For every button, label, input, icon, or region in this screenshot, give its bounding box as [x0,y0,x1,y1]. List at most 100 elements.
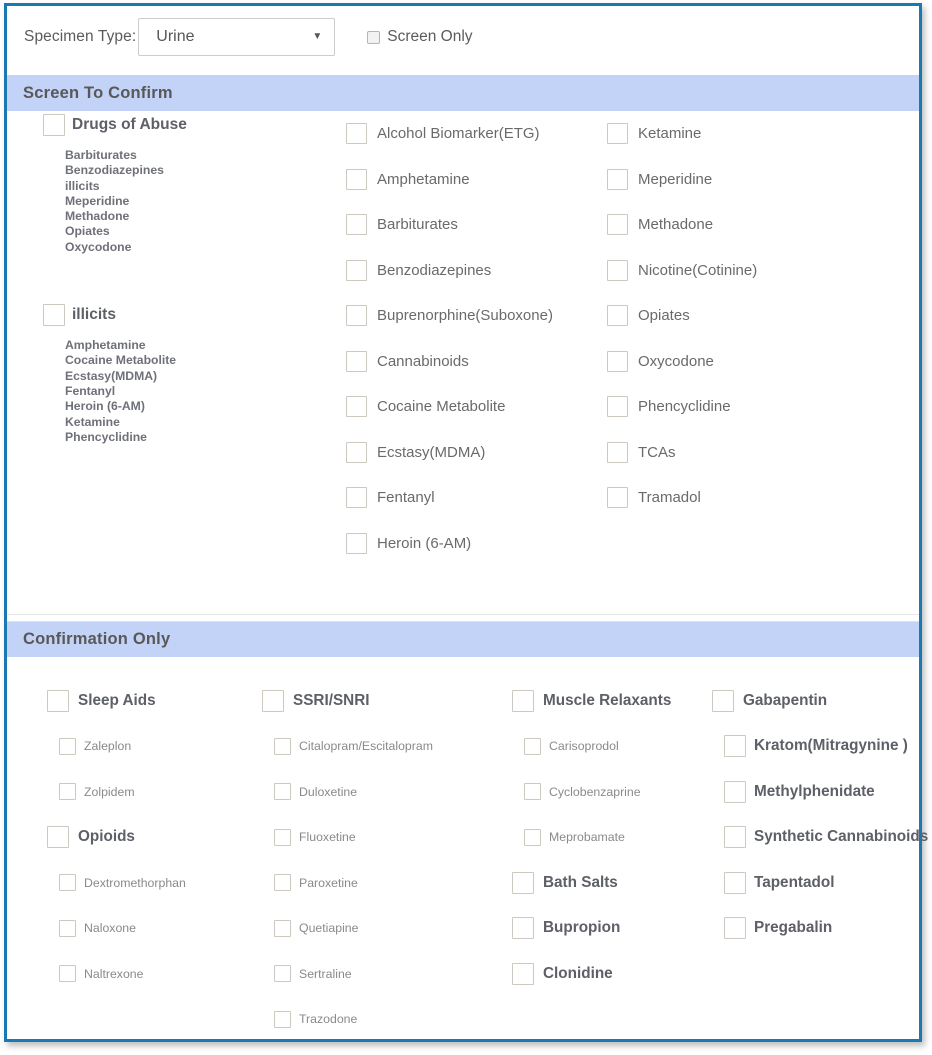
checkbox-row[interactable]: Cannabinoids [346,339,601,385]
group-checkbox[interactable] [712,689,734,712]
checkbox-row[interactable]: Clonidine [512,951,712,997]
specimen-type-select[interactable]: Urine ▼ [138,18,336,56]
analyte-checkbox[interactable] [346,487,367,509]
analyte-checkbox[interactable] [59,965,76,983]
analyte-checkbox[interactable] [59,874,76,892]
checkbox-row[interactable]: Barbiturates [346,202,601,248]
analyte-checkbox[interactable] [607,168,628,190]
checkbox-row[interactable]: Quetiapine [262,906,512,952]
checkbox-row[interactable]: Oxycodone [607,339,857,385]
group-header[interactable]: Drugs of Abuse [43,111,333,139]
checkbox-row[interactable]: Muscle Relaxants [512,678,712,724]
analyte-checkbox[interactable] [346,441,367,463]
analyte-checkbox[interactable] [59,737,76,755]
checkbox-row[interactable]: Dextromethorphan [47,860,262,906]
checkbox-row[interactable]: Fentanyl [346,475,601,521]
checkbox-row[interactable]: Naltrexone [47,951,262,997]
checkbox-row[interactable]: Citalopram/Escitalopram [262,724,512,770]
group-header[interactable]: illicits [43,301,333,329]
checkbox-row[interactable]: Alcohol Biomarker(ETG) [346,111,601,157]
analyte-checkbox[interactable] [607,259,628,281]
checkbox-row[interactable]: Fluoxetine [262,815,512,861]
analyte-checkbox[interactable] [607,350,628,372]
checkbox-row[interactable]: Nicotine(Cotinine) [607,248,857,294]
analyte-checkbox[interactable] [346,259,367,281]
analyte-checkbox[interactable] [607,214,628,236]
group-checkbox[interactable] [512,917,534,940]
checkbox-row[interactable]: Ecstasy(MDMA) [346,430,601,476]
checkbox-row[interactable]: Zolpidem [47,769,262,815]
group-checkbox[interactable] [512,689,534,712]
checkbox-row[interactable]: Bupropion [512,906,712,952]
checkbox-row[interactable]: Methadone [607,202,857,248]
checkbox-row[interactable]: Cocaine Metabolite [346,384,601,430]
analyte-checkbox[interactable] [346,214,367,236]
checkbox-row[interactable]: Synthetic Cannabinoids [712,815,928,861]
analyte-checkbox[interactable] [607,123,628,145]
screen-only-field[interactable]: Screen Only [367,28,473,46]
analyte-checkbox[interactable] [59,783,76,801]
analyte-checkbox[interactable] [607,441,628,463]
analyte-checkbox[interactable] [346,123,367,145]
group-checkbox[interactable] [724,871,746,894]
group-checkbox[interactable] [512,871,534,894]
group-checkbox[interactable] [47,826,69,849]
analyte-checkbox[interactable] [274,828,291,846]
analyte-checkbox[interactable] [274,874,291,892]
group-checkbox[interactable] [724,780,746,803]
checkbox-row[interactable]: Buprenorphine(Suboxone) [346,293,601,339]
checkbox-row[interactable]: Heroin (6-AM) [346,521,601,567]
analyte-checkbox[interactable] [274,1010,291,1028]
checkbox-row[interactable]: Cyclobenzaprine [512,769,712,815]
checkbox-row[interactable]: Zaleplon [47,724,262,770]
analyte-checkbox[interactable] [346,532,367,554]
analyte-checkbox[interactable] [607,305,628,327]
analyte-checkbox[interactable] [607,396,628,418]
analyte-checkbox[interactable] [524,828,541,846]
checkbox-row[interactable]: Gabapentin [712,678,927,724]
analyte-checkbox[interactable] [274,919,291,937]
screen-only-checkbox[interactable] [367,30,381,44]
analyte-checkbox[interactable] [274,737,291,755]
checkbox-row[interactable]: Benzodiazepines [346,248,601,294]
analyte-checkbox[interactable] [346,350,367,372]
checkbox-row[interactable]: Bath Salts [512,860,712,906]
analyte-checkbox[interactable] [524,783,541,801]
checkbox-row[interactable]: Opioids [47,815,262,861]
checkbox-row[interactable]: Carisoprodol [512,724,712,770]
group-checkbox[interactable] [724,826,746,849]
checkbox-row[interactable]: Meperidine [607,157,857,203]
group-checkbox[interactable] [724,735,746,758]
checkbox-row[interactable]: Phencyclidine [607,384,857,430]
group-checkbox[interactable] [43,114,65,136]
checkbox-row[interactable]: Ketamine [607,111,857,157]
analyte-checkbox[interactable] [274,965,291,983]
analyte-checkbox[interactable] [346,168,367,190]
checkbox-row[interactable]: Sleep Aids [47,678,262,724]
checkbox-row[interactable]: Amphetamine [346,157,601,203]
group-checkbox[interactable] [724,917,746,940]
checkbox-row[interactable]: Pregabalin [712,906,927,952]
checkbox-row[interactable]: Sertraline [262,951,512,997]
checkbox-row[interactable]: Trazodone [262,997,512,1043]
group-checkbox[interactable] [43,304,65,327]
checkbox-row[interactable]: Paroxetine [262,860,512,906]
checkbox-row[interactable]: TCAs [607,430,857,476]
group-checkbox[interactable] [262,689,284,712]
checkbox-row[interactable]: Duloxetine [262,769,512,815]
analyte-checkbox[interactable] [274,783,291,801]
checkbox-row[interactable]: Methylphenidate [712,769,927,815]
analyte-checkbox[interactable] [59,919,76,937]
group-checkbox[interactable] [47,689,69,712]
checkbox-row[interactable]: Meprobamate [512,815,712,861]
analyte-checkbox[interactable] [524,737,541,755]
analyte-checkbox[interactable] [346,396,367,418]
checkbox-row[interactable]: Opiates [607,293,857,339]
analyte-checkbox[interactable] [607,487,628,509]
checkbox-row[interactable]: Kratom(Mitragynine ) [712,724,927,770]
checkbox-row[interactable]: Tramadol [607,475,857,521]
group-checkbox[interactable] [512,962,534,985]
checkbox-row[interactable]: SSRI/SNRI [262,678,512,724]
checkbox-row[interactable]: Naloxone [47,906,262,952]
checkbox-row[interactable]: Tapentadol [712,860,927,906]
